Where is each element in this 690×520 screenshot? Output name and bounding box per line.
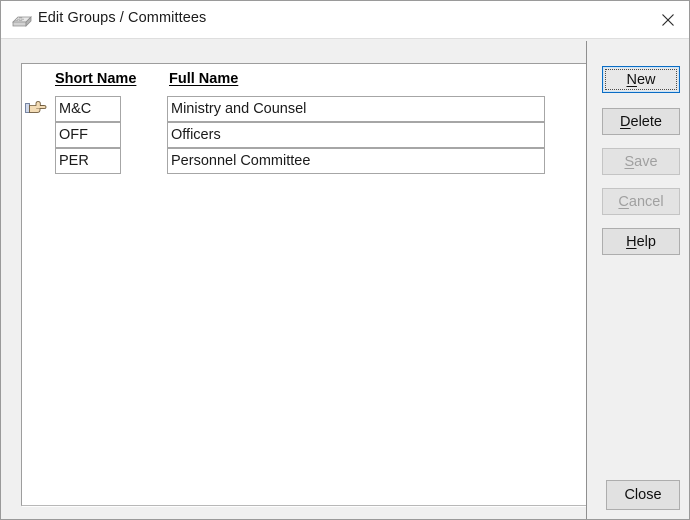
new-button[interactable]: New [602,66,680,93]
cell-short-name[interactable]: M&C [55,96,121,122]
groups-panel: Short Name Full Name M&C Ministry and Co… [21,63,587,506]
title-bar: Edit Groups / Committees [1,1,689,39]
delete-button[interactable]: Delete [602,108,680,135]
delete-button-label: elete [630,113,662,130]
cancel-button-label: ancel [628,193,664,210]
new-button-mnemonic: N [626,71,637,88]
new-button-label: ew [636,71,656,88]
cell-full-name[interactable]: Officers [167,122,545,148]
window-title: Edit Groups / Committees [38,10,207,26]
edit-groups-dialog: Edit Groups / Committees Short Name Full… [0,0,690,520]
help-button-mnemonic: H [626,233,637,250]
card-file-icon [12,11,32,29]
cancel-button-mnemonic: C [618,193,629,210]
action-button-bar: New Delete Save Cancel Help Close [587,40,689,519]
help-button[interactable]: Help [602,228,680,255]
cell-short-name[interactable]: OFF [55,122,121,148]
close-button[interactable]: Close [606,480,680,510]
cell-short-name[interactable]: PER [55,148,121,174]
column-header-full-name: Full Name [169,71,239,87]
close-icon[interactable] [645,1,689,38]
help-button-label: elp [636,233,656,250]
cell-full-name[interactable]: Personnel Committee [167,148,545,174]
cancel-button: Cancel [602,188,680,215]
cell-full-name[interactable]: Ministry and Counsel [167,96,545,122]
save-button: Save [602,148,680,175]
delete-button-mnemonic: D [620,113,631,130]
column-header-short-name: Short Name [55,71,137,87]
groups-grid: Short Name Full Name M&C Ministry and Co… [22,64,588,507]
save-button-label: ave [634,153,658,170]
pointing-hand-icon [25,98,47,118]
close-button-label: Close [624,487,662,503]
save-button-mnemonic: S [624,153,635,170]
